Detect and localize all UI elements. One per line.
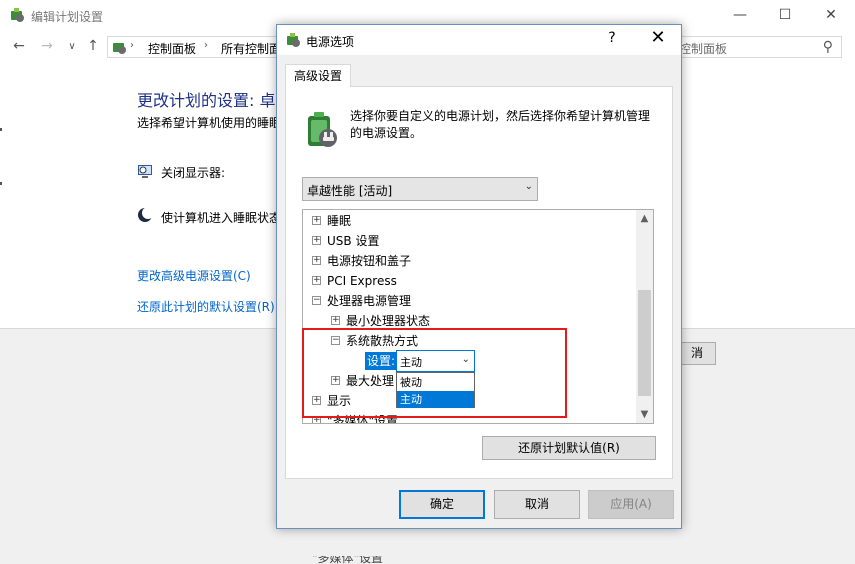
search-input[interactable]: 控制面板 ⚲ bbox=[660, 36, 842, 58]
dropdown-option-active[interactable]: 主动 bbox=[397, 391, 474, 408]
scroll-up-icon[interactable]: ▲ bbox=[636, 210, 653, 227]
back-arrow-icon[interactable]: ← bbox=[10, 38, 28, 54]
cooling-policy-dropdown: 被动 主动 bbox=[396, 372, 475, 408]
dialog-close-button[interactable]: ✕ bbox=[643, 27, 673, 48]
battery-icon bbox=[308, 112, 337, 147]
collapse-icon[interactable]: − bbox=[312, 296, 321, 305]
expand-icon[interactable]: + bbox=[331, 316, 340, 325]
chevron-down-icon: ⌄ bbox=[524, 181, 533, 192]
dialog-title: 电源选项 bbox=[306, 35, 355, 49]
collapse-icon[interactable]: − bbox=[331, 336, 340, 345]
up-arrow-icon[interactable]: ↑ bbox=[84, 38, 102, 54]
expand-icon[interactable]: + bbox=[312, 256, 321, 265]
dialog-titlebar: 电源选项 ? ✕ bbox=[277, 25, 681, 55]
advanced-settings-link[interactable]: 更改高级电源设置(C) bbox=[137, 267, 251, 284]
expand-icon[interactable]: + bbox=[312, 276, 321, 285]
cooling-policy-value: 主动 bbox=[400, 356, 422, 369]
setting-label: 设置: bbox=[365, 352, 398, 370]
page-heading: 更改计划的设置: 卓 bbox=[137, 91, 276, 110]
moon-icon bbox=[138, 207, 153, 222]
expand-icon[interactable]: + bbox=[312, 416, 321, 423]
breadcrumb-separator: › bbox=[204, 40, 208, 51]
breadcrumb-control-panel[interactable]: 控制面板 bbox=[148, 40, 196, 57]
expand-icon[interactable]: + bbox=[312, 216, 321, 225]
scroll-thumb[interactable] bbox=[638, 290, 651, 396]
dropdown-option-passive[interactable]: 被动 bbox=[397, 374, 474, 391]
expand-icon[interactable]: + bbox=[312, 236, 321, 245]
minimize-button[interactable]: — bbox=[717, 0, 763, 30]
maximize-button[interactable]: ☐ bbox=[762, 0, 808, 30]
recent-dropdown-icon[interactable]: ∨ bbox=[63, 41, 81, 52]
settings-tree[interactable]: + 睡眠 + USB 设置 + 电源按钮和盖子 + PCI Express − … bbox=[302, 209, 654, 424]
forward-arrow-icon[interactable]: → bbox=[38, 38, 56, 54]
tab-advanced-settings[interactable]: 高级设置 bbox=[285, 64, 352, 87]
close-button[interactable]: ✕ bbox=[808, 0, 854, 30]
plan-select-value: 卓越性能 [活动] bbox=[307, 184, 393, 198]
page-subtitle: 选择希望计算机使用的睡眠 bbox=[137, 116, 282, 130]
help-button[interactable]: ? bbox=[602, 30, 622, 46]
sleep-label: 使计算机进入睡眠状态 bbox=[161, 211, 282, 225]
dialog-description: 选择你要自定义的电源计划，然后选择你希望计算机管理的电源设置。 bbox=[350, 109, 651, 140]
bg-window-title: 编辑计划设置 bbox=[31, 10, 104, 24]
restore-defaults-link[interactable]: 还原此计划的默认设置(R) bbox=[137, 298, 275, 315]
power-options-icon bbox=[287, 33, 300, 47]
cancel-button[interactable]: 取消 bbox=[494, 490, 580, 519]
bottom-fragment: "多媒体"设置 bbox=[312, 556, 384, 564]
ok-button[interactable]: 确定 bbox=[399, 490, 485, 519]
apply-button[interactable]: 应用(A) bbox=[588, 490, 674, 519]
search-icon: ⚲ bbox=[822, 39, 833, 55]
restore-plan-defaults-button[interactable]: 还原计划默认值(R) bbox=[482, 436, 656, 460]
turn-off-display-label: 关闭显示器: bbox=[161, 166, 226, 180]
plan-select[interactable]: 卓越性能 [活动] ⌄ bbox=[302, 177, 538, 201]
breadcrumb-all-items[interactable]: 所有控制面 bbox=[221, 40, 281, 57]
search-placeholder: 控制面板 bbox=[679, 42, 728, 56]
monitor-icon bbox=[138, 165, 152, 178]
expand-icon[interactable]: + bbox=[331, 376, 340, 385]
scroll-down-icon[interactable]: ▼ bbox=[636, 406, 653, 423]
chevron-down-icon: ⌄ bbox=[461, 354, 470, 365]
left-edge-marks bbox=[0, 62, 2, 328]
power-options-icon bbox=[11, 8, 24, 22]
expand-icon[interactable]: + bbox=[312, 396, 321, 405]
power-options-dialog: 电源选项 ? ✕ 高级设置 选择你要自定义的电源计划，然后选择你希望计算机管理的… bbox=[276, 24, 682, 529]
address-bar[interactable]: › 控制面板 › 所有控制面 bbox=[107, 36, 287, 58]
cooling-policy-select[interactable]: 主动 ⌄ bbox=[396, 350, 475, 372]
control-panel-icon bbox=[113, 43, 126, 54]
tree-scrollbar[interactable]: ▲ ▼ bbox=[636, 210, 653, 423]
breadcrumb-separator: › bbox=[130, 40, 134, 51]
